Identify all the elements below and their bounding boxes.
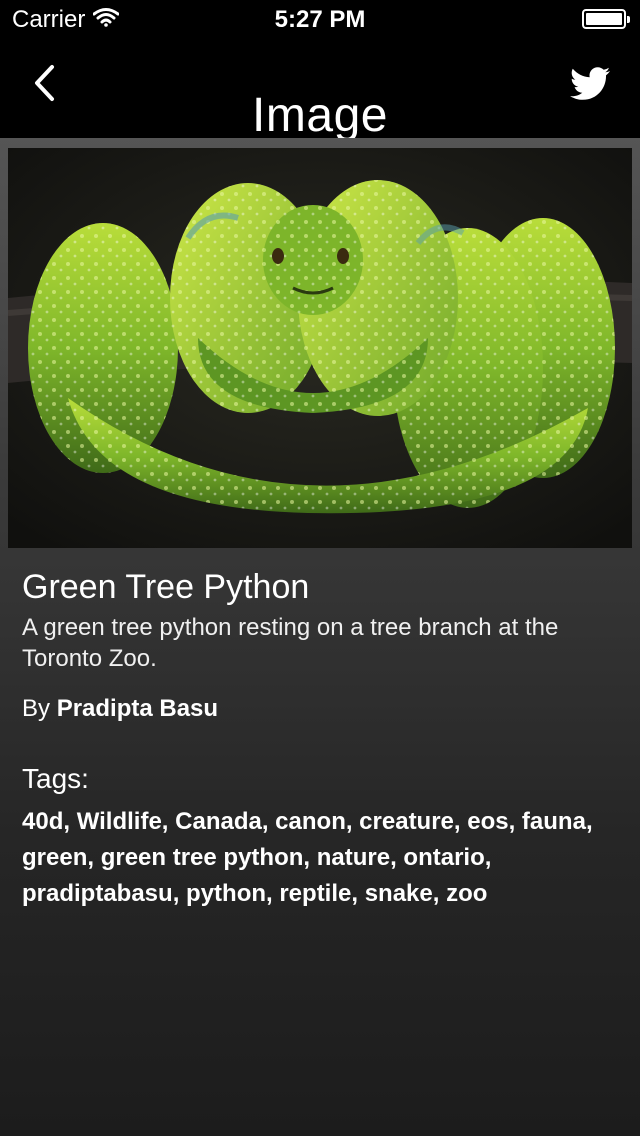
tags-list: 40d, Wildlife, Canada, canon, creature, … <box>22 808 593 907</box>
author-name: Pradipta Basu <box>56 695 219 722</box>
python-photo[interactable] <box>8 148 632 548</box>
battery-icon <box>582 9 630 29</box>
image-title: Green Tree Python <box>22 568 310 606</box>
image-detail-content: Green Tree Python A green tree python re… <box>0 138 640 1136</box>
image-description: A green tree python resting on a tree br… <box>22 614 559 672</box>
tags-label: Tags: <box>22 763 89 794</box>
twitter-share-button[interactable] <box>568 64 612 104</box>
status-time: 5:27 PM <box>274 6 366 33</box>
author-row: By Pradipta Basu <box>22 694 622 724</box>
navigation-bar: Image <box>0 40 640 142</box>
status-bar: Carrier 5:27 PM <box>0 0 640 40</box>
twitter-bird-icon <box>570 67 610 100</box>
by-label: By <box>22 695 51 722</box>
image-info: Green Tree Python A green tree python re… <box>22 566 622 912</box>
